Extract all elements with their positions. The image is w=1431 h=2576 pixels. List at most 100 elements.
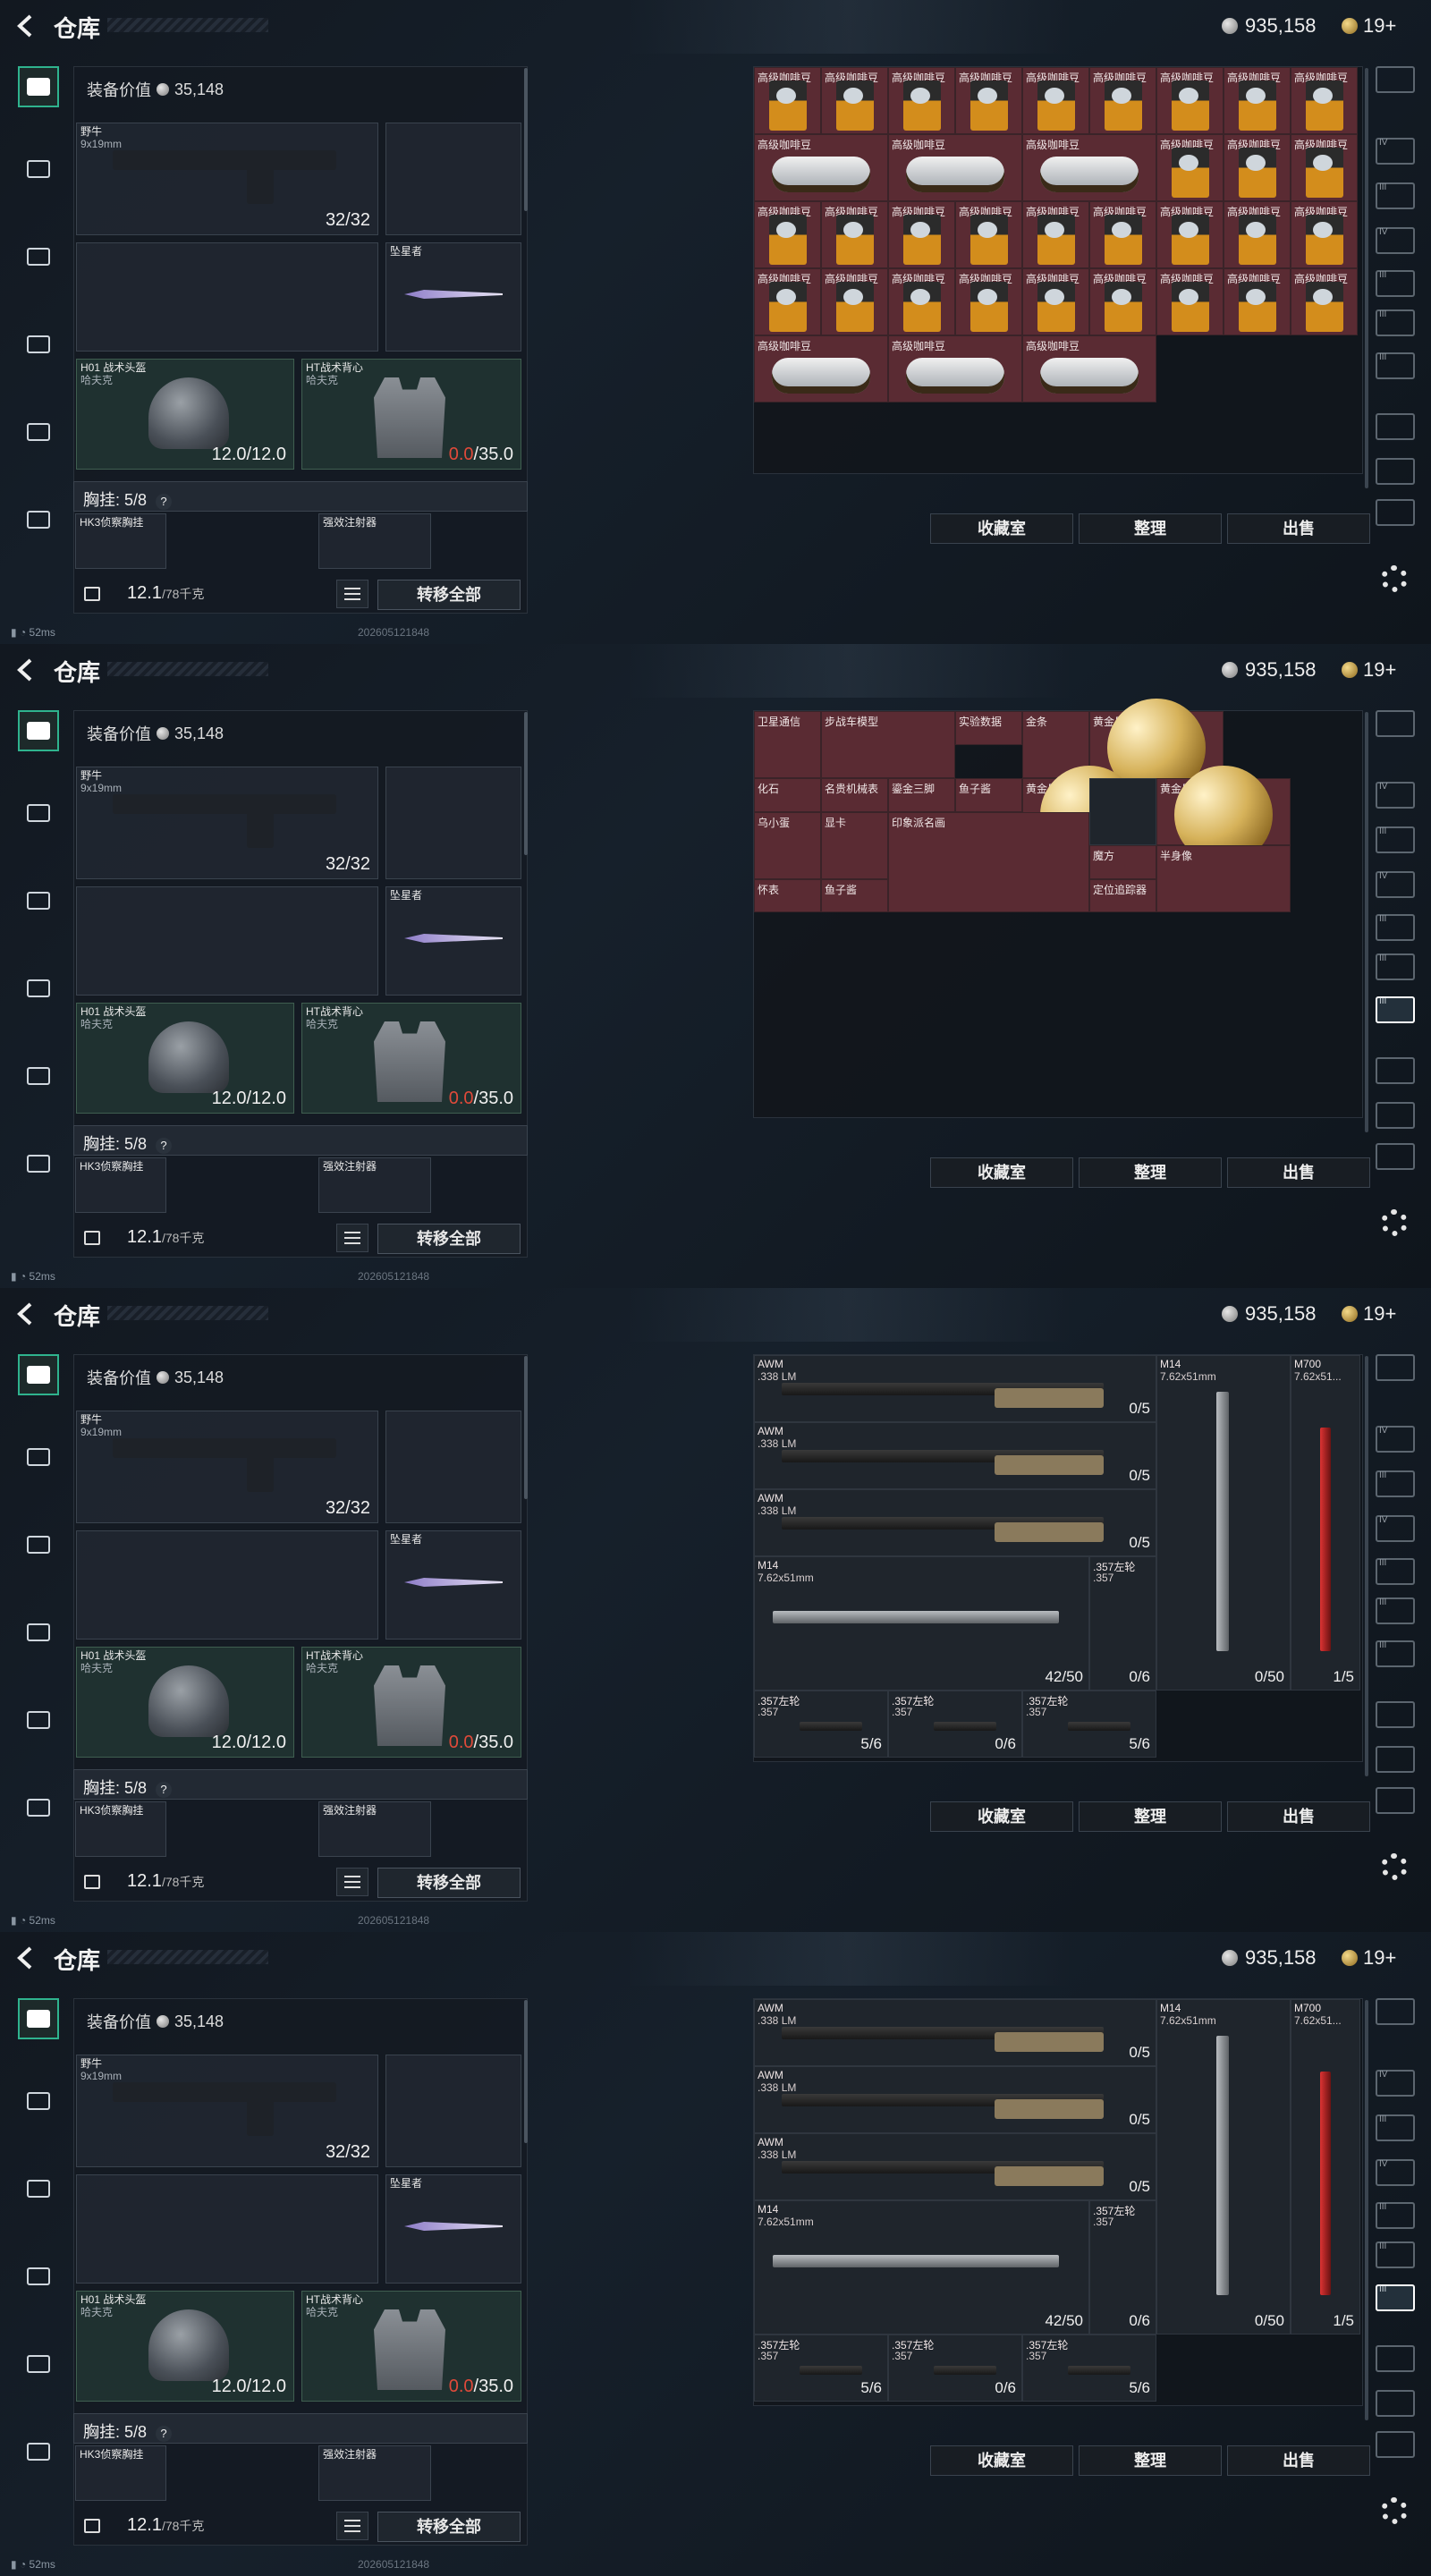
- equipment-scrollbar[interactable]: [524, 2000, 528, 2143]
- coffee-bean-cell[interactable]: 高级咖啡豆: [1224, 201, 1291, 268]
- transfer-all-button[interactable]: 转移全部: [377, 2512, 521, 2542]
- m700-rifle-cell[interactable]: M700 7.62x51... 1/5: [1291, 1355, 1360, 1690]
- coffee-bean-cell[interactable]: 高级咖啡豆: [754, 201, 821, 268]
- sell-button[interactable]: 出售: [1227, 1801, 1370, 1832]
- gold-currency[interactable]: 19+: [1342, 1946, 1396, 1970]
- awm-rifle-cell[interactable]: AWM .338 LM 0/5: [754, 1489, 1156, 1556]
- back-arrow-icon[interactable]: [13, 1301, 39, 1327]
- coffee-bean-cell[interactable]: 高级咖啡豆: [1022, 201, 1089, 268]
- nav-weapons[interactable]: [18, 1354, 59, 1395]
- chest-rig-bar[interactable]: 胸挂: 5/8?: [73, 1125, 528, 1156]
- valuable-item-cell[interactable]: 步战车模型: [821, 711, 955, 778]
- valuable-item-cell[interactable]: 定位追踪器: [1089, 878, 1156, 912]
- chest-slot-2[interactable]: 强效注射器: [318, 1157, 431, 1213]
- nav-container[interactable]: [18, 2343, 59, 2385]
- help-icon[interactable]: ?: [156, 2426, 173, 2442]
- gold-currency[interactable]: 19+: [1342, 1302, 1396, 1326]
- coffee-bag-cell[interactable]: 高级咖啡豆: [754, 335, 888, 402]
- nav-armor[interactable]: [18, 2080, 59, 2122]
- right-nav-tab[interactable]: III: [1376, 1597, 1415, 1624]
- gear-icon[interactable]: [1381, 1853, 1408, 1880]
- melee-slot[interactable]: 坠星者: [385, 1530, 521, 1640]
- coffee-bean-cell[interactable]: 高级咖啡豆: [821, 201, 888, 268]
- gear-icon[interactable]: [1381, 1209, 1408, 1236]
- vest-slot[interactable]: HT战术背心 哈夫克 0.0/35.0: [301, 359, 521, 470]
- coffee-bag-cell[interactable]: 高级咖啡豆: [1022, 134, 1156, 201]
- right-nav-tab[interactable]: [1376, 413, 1415, 440]
- nav-armor[interactable]: [18, 792, 59, 834]
- right-nav-tab[interactable]: III: [1376, 914, 1415, 941]
- awm-rifle-cell[interactable]: AWM .338 LM 0/5: [754, 1355, 1156, 1422]
- chest-slot-2[interactable]: 强效注射器: [318, 2445, 431, 2501]
- valuable-item-cell[interactable]: 鱼子酱: [821, 878, 888, 912]
- right-nav-tab[interactable]: IV: [1376, 138, 1415, 165]
- list-view-button[interactable]: [336, 1868, 368, 1896]
- nav-armor[interactable]: [18, 1436, 59, 1478]
- awm-rifle-cell[interactable]: AWM .338 LM 0/5: [754, 1999, 1156, 2066]
- coffee-bean-cell[interactable]: 高级咖啡豆: [1022, 67, 1089, 134]
- collection-button[interactable]: 收藏室: [930, 1801, 1073, 1832]
- right-nav-tab[interactable]: III: [1376, 996, 1415, 1023]
- right-nav-tab[interactable]: III: [1376, 2202, 1415, 2229]
- pistol-slot[interactable]: [385, 2055, 521, 2167]
- right-nav-tab[interactable]: IV: [1376, 1426, 1415, 1453]
- list-view-button[interactable]: [336, 1224, 368, 1252]
- right-nav-tab[interactable]: [1376, 1354, 1415, 1381]
- coffee-bean-cell[interactable]: 高级咖啡豆: [1156, 134, 1224, 201]
- right-nav-tab[interactable]: IV: [1376, 1515, 1415, 1542]
- nav-weapons[interactable]: [18, 66, 59, 107]
- vest-slot[interactable]: HT战术背心 哈夫克 0.0/35.0: [301, 1647, 521, 1758]
- right-nav-tab[interactable]: III: [1376, 352, 1415, 379]
- right-nav-tab[interactable]: [1376, 1057, 1415, 1084]
- coffee-bean-cell[interactable]: 高级咖啡豆: [1291, 134, 1358, 201]
- collection-button[interactable]: 收藏室: [930, 1157, 1073, 1188]
- nav-container[interactable]: [18, 1055, 59, 1097]
- right-nav-tab[interactable]: [1376, 458, 1415, 485]
- nav-weapons[interactable]: [18, 1998, 59, 2039]
- valuable-item-cell[interactable]: 鎏金三脚: [888, 778, 955, 812]
- transfer-all-button[interactable]: 转移全部: [377, 580, 521, 610]
- nav-container[interactable]: [18, 1699, 59, 1741]
- collection-button[interactable]: 收藏室: [930, 513, 1073, 544]
- nav-container[interactable]: [18, 411, 59, 453]
- chest-slot-1[interactable]: HK3侦察胸挂: [75, 1157, 166, 1213]
- right-nav-tab[interactable]: III: [1376, 2114, 1415, 2141]
- pistol-slot[interactable]: [385, 767, 521, 879]
- secondary-weapon-slot[interactable]: [76, 1530, 378, 1640]
- chest-slot-1[interactable]: HK3侦察胸挂: [75, 513, 166, 569]
- helmet-slot[interactable]: H01 战术头盔 哈夫克 12.0/12.0: [76, 1003, 294, 1114]
- transfer-all-button[interactable]: 转移全部: [377, 1224, 521, 1254]
- coffee-bean-cell[interactable]: 高级咖啡豆: [1224, 268, 1291, 335]
- coffee-bean-cell[interactable]: 高级咖啡豆: [1089, 67, 1156, 134]
- back-arrow-icon[interactable]: [13, 1945, 39, 1971]
- melee-slot[interactable]: 坠星者: [385, 2174, 521, 2284]
- chest-rig-bar[interactable]: 胸挂: 5/8?: [73, 2413, 528, 2444]
- sort-button[interactable]: 整理: [1079, 1157, 1222, 1188]
- right-nav-tab[interactable]: III: [1376, 182, 1415, 209]
- help-icon[interactable]: ?: [156, 1782, 173, 1798]
- awm-rifle-cell[interactable]: AWM .338 LM 0/5: [754, 2133, 1156, 2200]
- gold-currency[interactable]: 19+: [1342, 14, 1396, 38]
- primary-weapon-slot[interactable]: 野牛 9x19mm 32/32: [76, 1411, 378, 1523]
- nav-backpack[interactable]: [18, 968, 59, 1009]
- right-nav-tab[interactable]: III: [1376, 1470, 1415, 1497]
- coffee-bean-cell[interactable]: 高级咖啡豆: [955, 67, 1022, 134]
- coffee-bean-cell[interactable]: 高级咖啡豆: [1291, 268, 1358, 335]
- right-nav-tab[interactable]: [1376, 66, 1415, 93]
- list-view-button[interactable]: [336, 580, 368, 608]
- right-nav-tab[interactable]: III: [1376, 1558, 1415, 1585]
- right-nav-tab[interactable]: [1376, 1143, 1415, 1170]
- m14-vertical-cell[interactable]: M14 7.62x51mm 0/50: [1156, 1355, 1291, 1690]
- chest-rig-bar[interactable]: 胸挂: 5/8?: [73, 1769, 528, 1800]
- collection-button[interactable]: 收藏室: [930, 2445, 1073, 2476]
- transfer-all-button[interactable]: 转移全部: [377, 1868, 521, 1898]
- revolver-cell[interactable]: .357左轮 .357 0/6: [888, 1690, 1022, 1758]
- m700-rifle-cell[interactable]: M700 7.62x51... 1/5: [1291, 1999, 1360, 2334]
- sell-button[interactable]: 出售: [1227, 2445, 1370, 2476]
- sort-button[interactable]: 整理: [1079, 2445, 1222, 2476]
- valuable-item-cell[interactable]: 怀表: [754, 878, 821, 912]
- right-nav-tab[interactable]: [1376, 2345, 1415, 2372]
- revolver-cell[interactable]: .357左轮 .357 5/6: [754, 1690, 888, 1758]
- m14-rifle-cell[interactable]: M14 7.62x51mm 42/50: [754, 1556, 1089, 1690]
- coffee-bean-cell[interactable]: 高级咖啡豆: [1224, 134, 1291, 201]
